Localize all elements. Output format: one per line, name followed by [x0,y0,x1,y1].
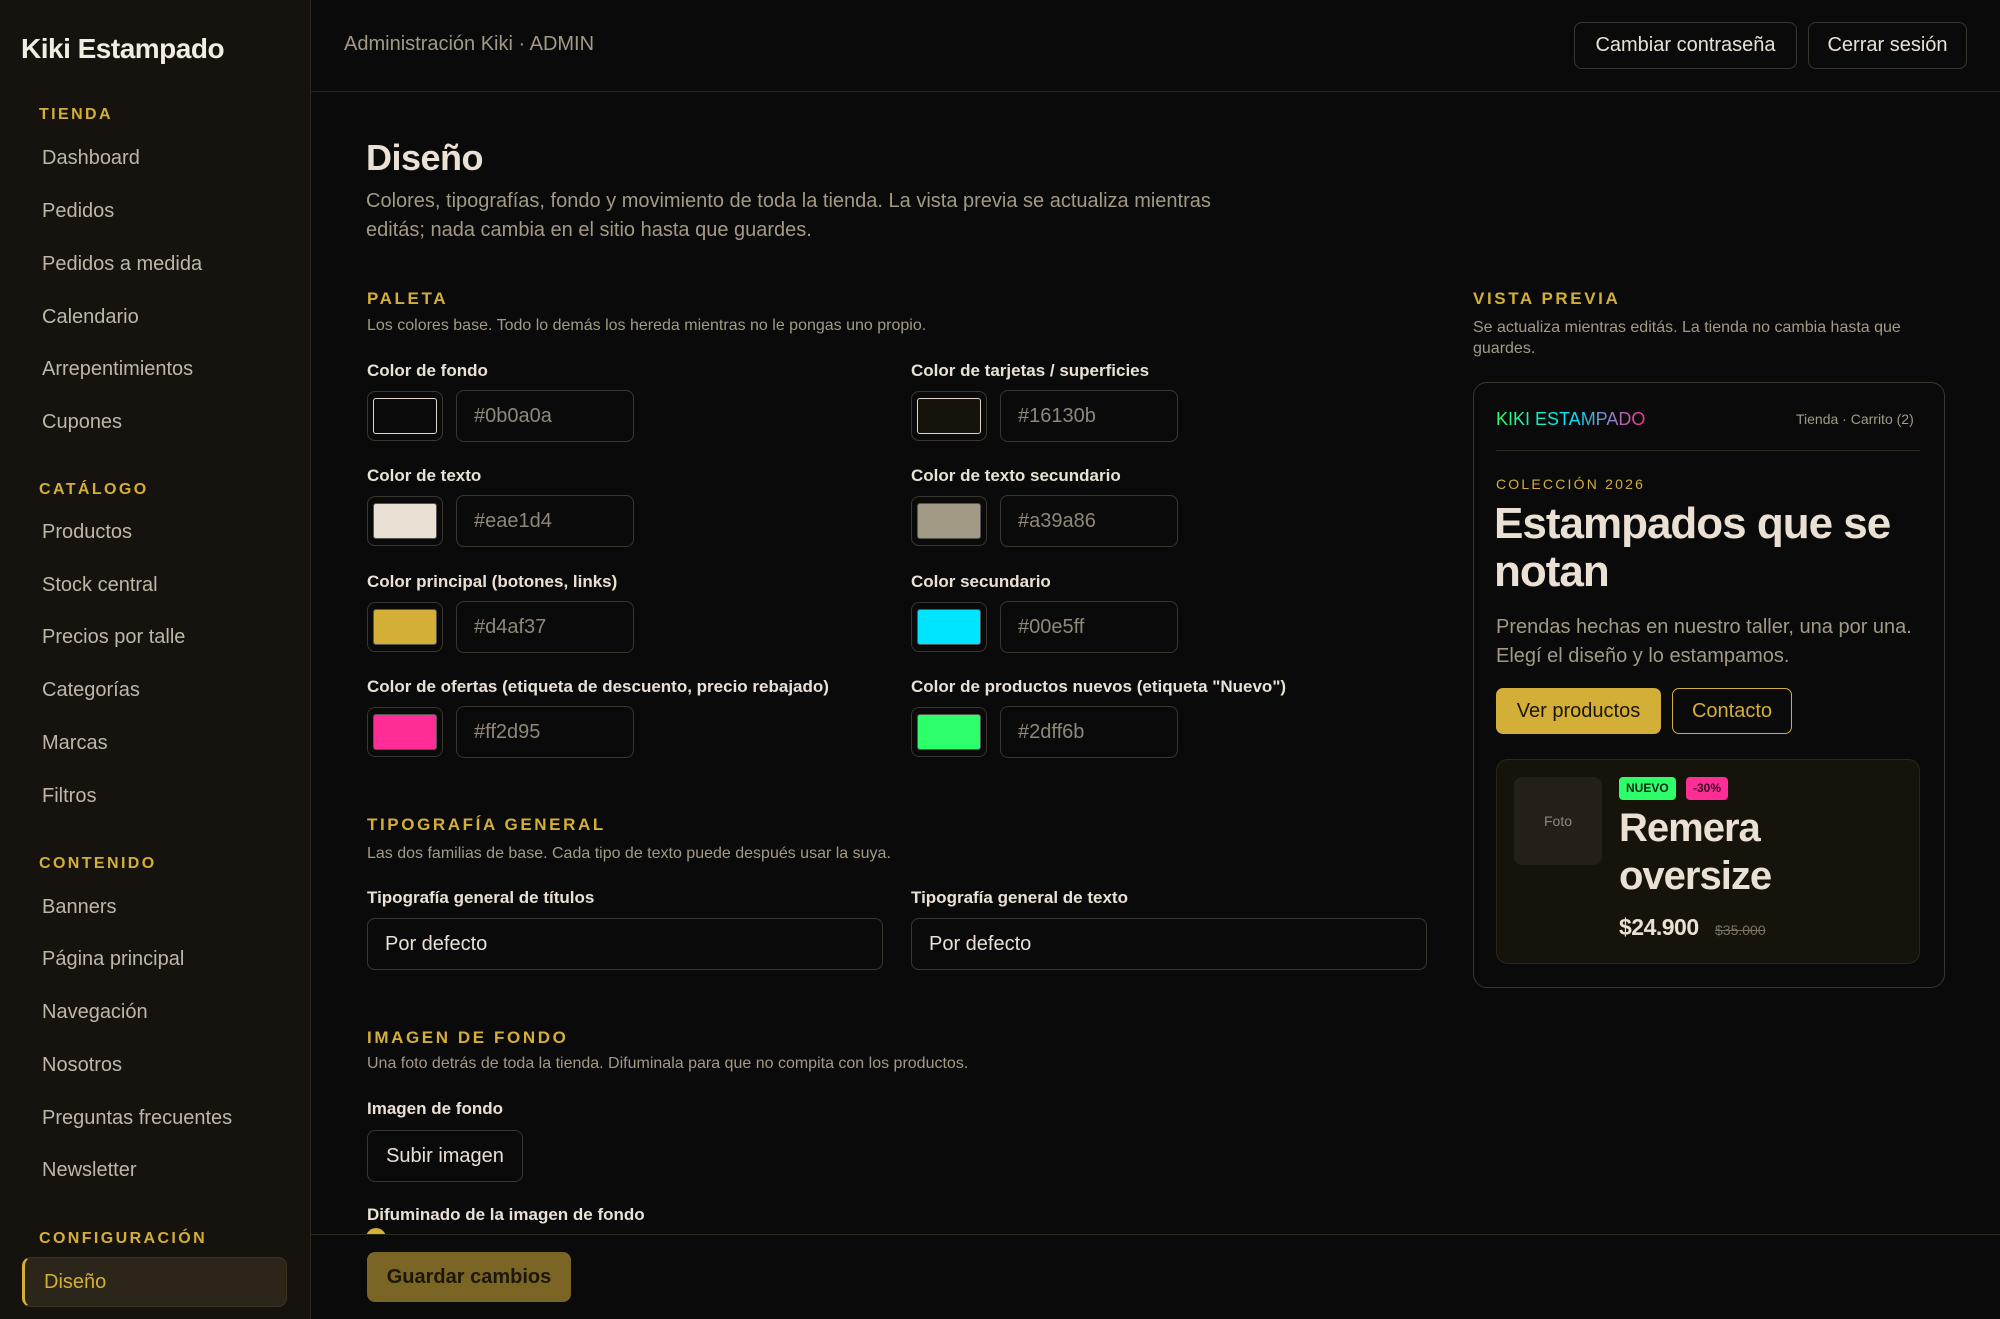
preview-badge-new: NUEVO [1619,777,1676,800]
primary-color-swatch-fill [373,609,437,645]
new-color-swatch[interactable] [911,707,987,757]
sidebar-item-navegacion[interactable]: Navegación [42,997,148,1027]
primary-color-input[interactable] [456,601,634,653]
secondary-color-label: Color secundario [911,572,1051,591]
sidebar-item-marcas[interactable]: Marcas [42,728,108,758]
secondary-text-color-swatch-fill [917,503,981,539]
logout-button[interactable]: Cerrar sesión [1808,22,1967,69]
preview-section-subtitle: Se actualiza mientras editás. La tienda … [1473,319,1901,357]
change-password-button[interactable]: Cambiar contraseña [1574,22,1797,69]
secondary-color-input[interactable] [1000,601,1178,653]
preview-badge-discount: -30% [1686,777,1729,800]
background-image-label: Imagen de fondo [367,1099,503,1118]
sale-color-swatch[interactable] [367,707,443,757]
preview-hero-title: Estampados que se notan [1494,499,1891,596]
secondary-color-swatch-fill [917,609,981,645]
new-color-label: Color de productos nuevos (etiqueta "Nue… [911,677,1287,696]
sidebar-item-newsletter[interactable]: Newsletter [42,1155,136,1185]
text-color-label: Color de texto [367,466,482,485]
body-font-label: Tipografía general de texto [911,888,1128,907]
save-changes-button[interactable]: Guardar cambios [367,1252,571,1302]
sidebar-item-banners[interactable]: Banners [42,892,117,922]
preview-hero-description: Prendas hechas en nuestro taller, una po… [1496,616,1912,667]
preview-product-old-price: $35.000 [1715,922,1766,938]
surface-color-swatch[interactable] [911,391,987,441]
preview-store-brand: KIKI ESTAMPADO [1496,409,1646,429]
sidebar-item-precios-por-talle[interactable]: Precios por talle [42,622,185,652]
typography-section-subtitle: Las dos familias de base. Cada tipo de t… [367,845,891,862]
preview-contact-button: Contacto [1672,688,1792,734]
surface-color-input[interactable] [1000,390,1178,442]
secondary-text-color-swatch[interactable] [911,496,987,546]
sale-color-swatch-fill [373,714,437,750]
page-subtitle: Colores, tipografías, fondo y movimiento… [366,190,1211,241]
sidebar-item-arrepentimientos[interactable]: Arrepentimientos [42,354,193,384]
brand-logo[interactable]: Kiki Estampado [21,33,225,65]
preview-divider [1496,450,1920,451]
preview-product-photo: Foto [1514,777,1602,865]
sidebar-item-productos[interactable]: Productos [42,517,132,547]
primary-color-label: Color principal (botones, links) [367,572,618,591]
sidebar-item-cupones[interactable]: Cupones [42,407,122,437]
preview-product-price: $24.900 [1619,914,1699,940]
secondary-text-color-label: Color de texto secundario [911,466,1121,485]
page-title: Diseño [366,137,484,178]
bg-color-label: Color de fondo [367,361,488,380]
preview-eyebrow: COLECCIÓN 2026 [1496,476,1646,492]
surface-color-swatch-fill [917,398,981,434]
upload-image-button[interactable]: Subir imagen [367,1130,523,1182]
headings-font-select[interactable]: Por defecto [367,918,883,970]
sidebar-item-preguntas-frecuentes[interactable]: Preguntas frecuentes [42,1103,232,1133]
sidebar-item-dashboard[interactable]: Dashboard [42,143,140,173]
text-color-input[interactable] [456,495,634,547]
sale-color-input[interactable] [456,706,634,758]
preview-product-name: Remera oversize [1619,806,1772,898]
bg-color-swatch[interactable] [367,391,443,441]
sidebar-item-categorias[interactable]: Categorías [42,675,140,705]
sidebar: Kiki Estampado TIENDA Dashboard Pedidos … [0,0,311,1319]
sale-color-label: Color de ofertas (etiqueta de descuento,… [367,677,829,696]
palette-section-subtitle: Los colores base. Todo lo demás los here… [367,317,927,334]
sidebar-item-pagina-principal[interactable]: Página principal [42,944,184,974]
sidebar-item-pedidos-a-medida[interactable]: Pedidos a medida [42,249,202,279]
preview-section-title: VISTA PREVIA [1473,289,1621,308]
secondary-text-color-input[interactable] [1000,495,1178,547]
surface-color-label: Color de tarjetas / superficies [911,361,1150,380]
nav-section-configuracion: CONFIGURACIÓN [39,1230,208,1247]
bg-color-swatch-fill [373,398,437,434]
preview-store-nav: Tienda · Carrito (2) [1796,411,1914,427]
palette-section-title: PALETA [367,289,449,308]
sidebar-item-diseno[interactable]: Diseño [22,1257,287,1307]
primary-color-swatch[interactable] [367,602,443,652]
background-section-title: IMAGEN DE FONDO [367,1028,569,1047]
blur-label: Difuminado de la imagen de fondo [367,1205,645,1224]
secondary-color-swatch[interactable] [911,602,987,652]
new-color-swatch-fill [917,714,981,750]
sidebar-item-pedidos[interactable]: Pedidos [42,196,114,226]
body-font-select[interactable]: Por defecto [911,918,1427,970]
sidebar-item-stock-central[interactable]: Stock central [42,570,158,600]
headings-font-label: Tipografía general de títulos [367,888,595,907]
nav-section-catalogo: CATÁLOGO [39,481,149,498]
nav-section-contenido: CONTENIDO [39,855,157,872]
new-color-input[interactable] [1000,706,1178,758]
nav-section-tienda: TIENDA [39,106,113,123]
bg-color-input[interactable] [456,390,634,442]
text-color-swatch[interactable] [367,496,443,546]
sidebar-item-nosotros[interactable]: Nosotros [42,1050,122,1080]
sidebar-item-filtros[interactable]: Filtros [42,781,96,811]
text-color-swatch-fill [373,503,437,539]
breadcrumb: Administración Kiki · ADMIN [344,33,595,55]
sidebar-item-calendario[interactable]: Calendario [42,302,139,332]
typography-section-title: TIPOGRAFÍA GENERAL [367,815,606,834]
background-section-subtitle: Una foto detrás de toda la tienda. Difum… [367,1055,969,1072]
preview-view-products-button: Ver productos [1496,688,1661,734]
